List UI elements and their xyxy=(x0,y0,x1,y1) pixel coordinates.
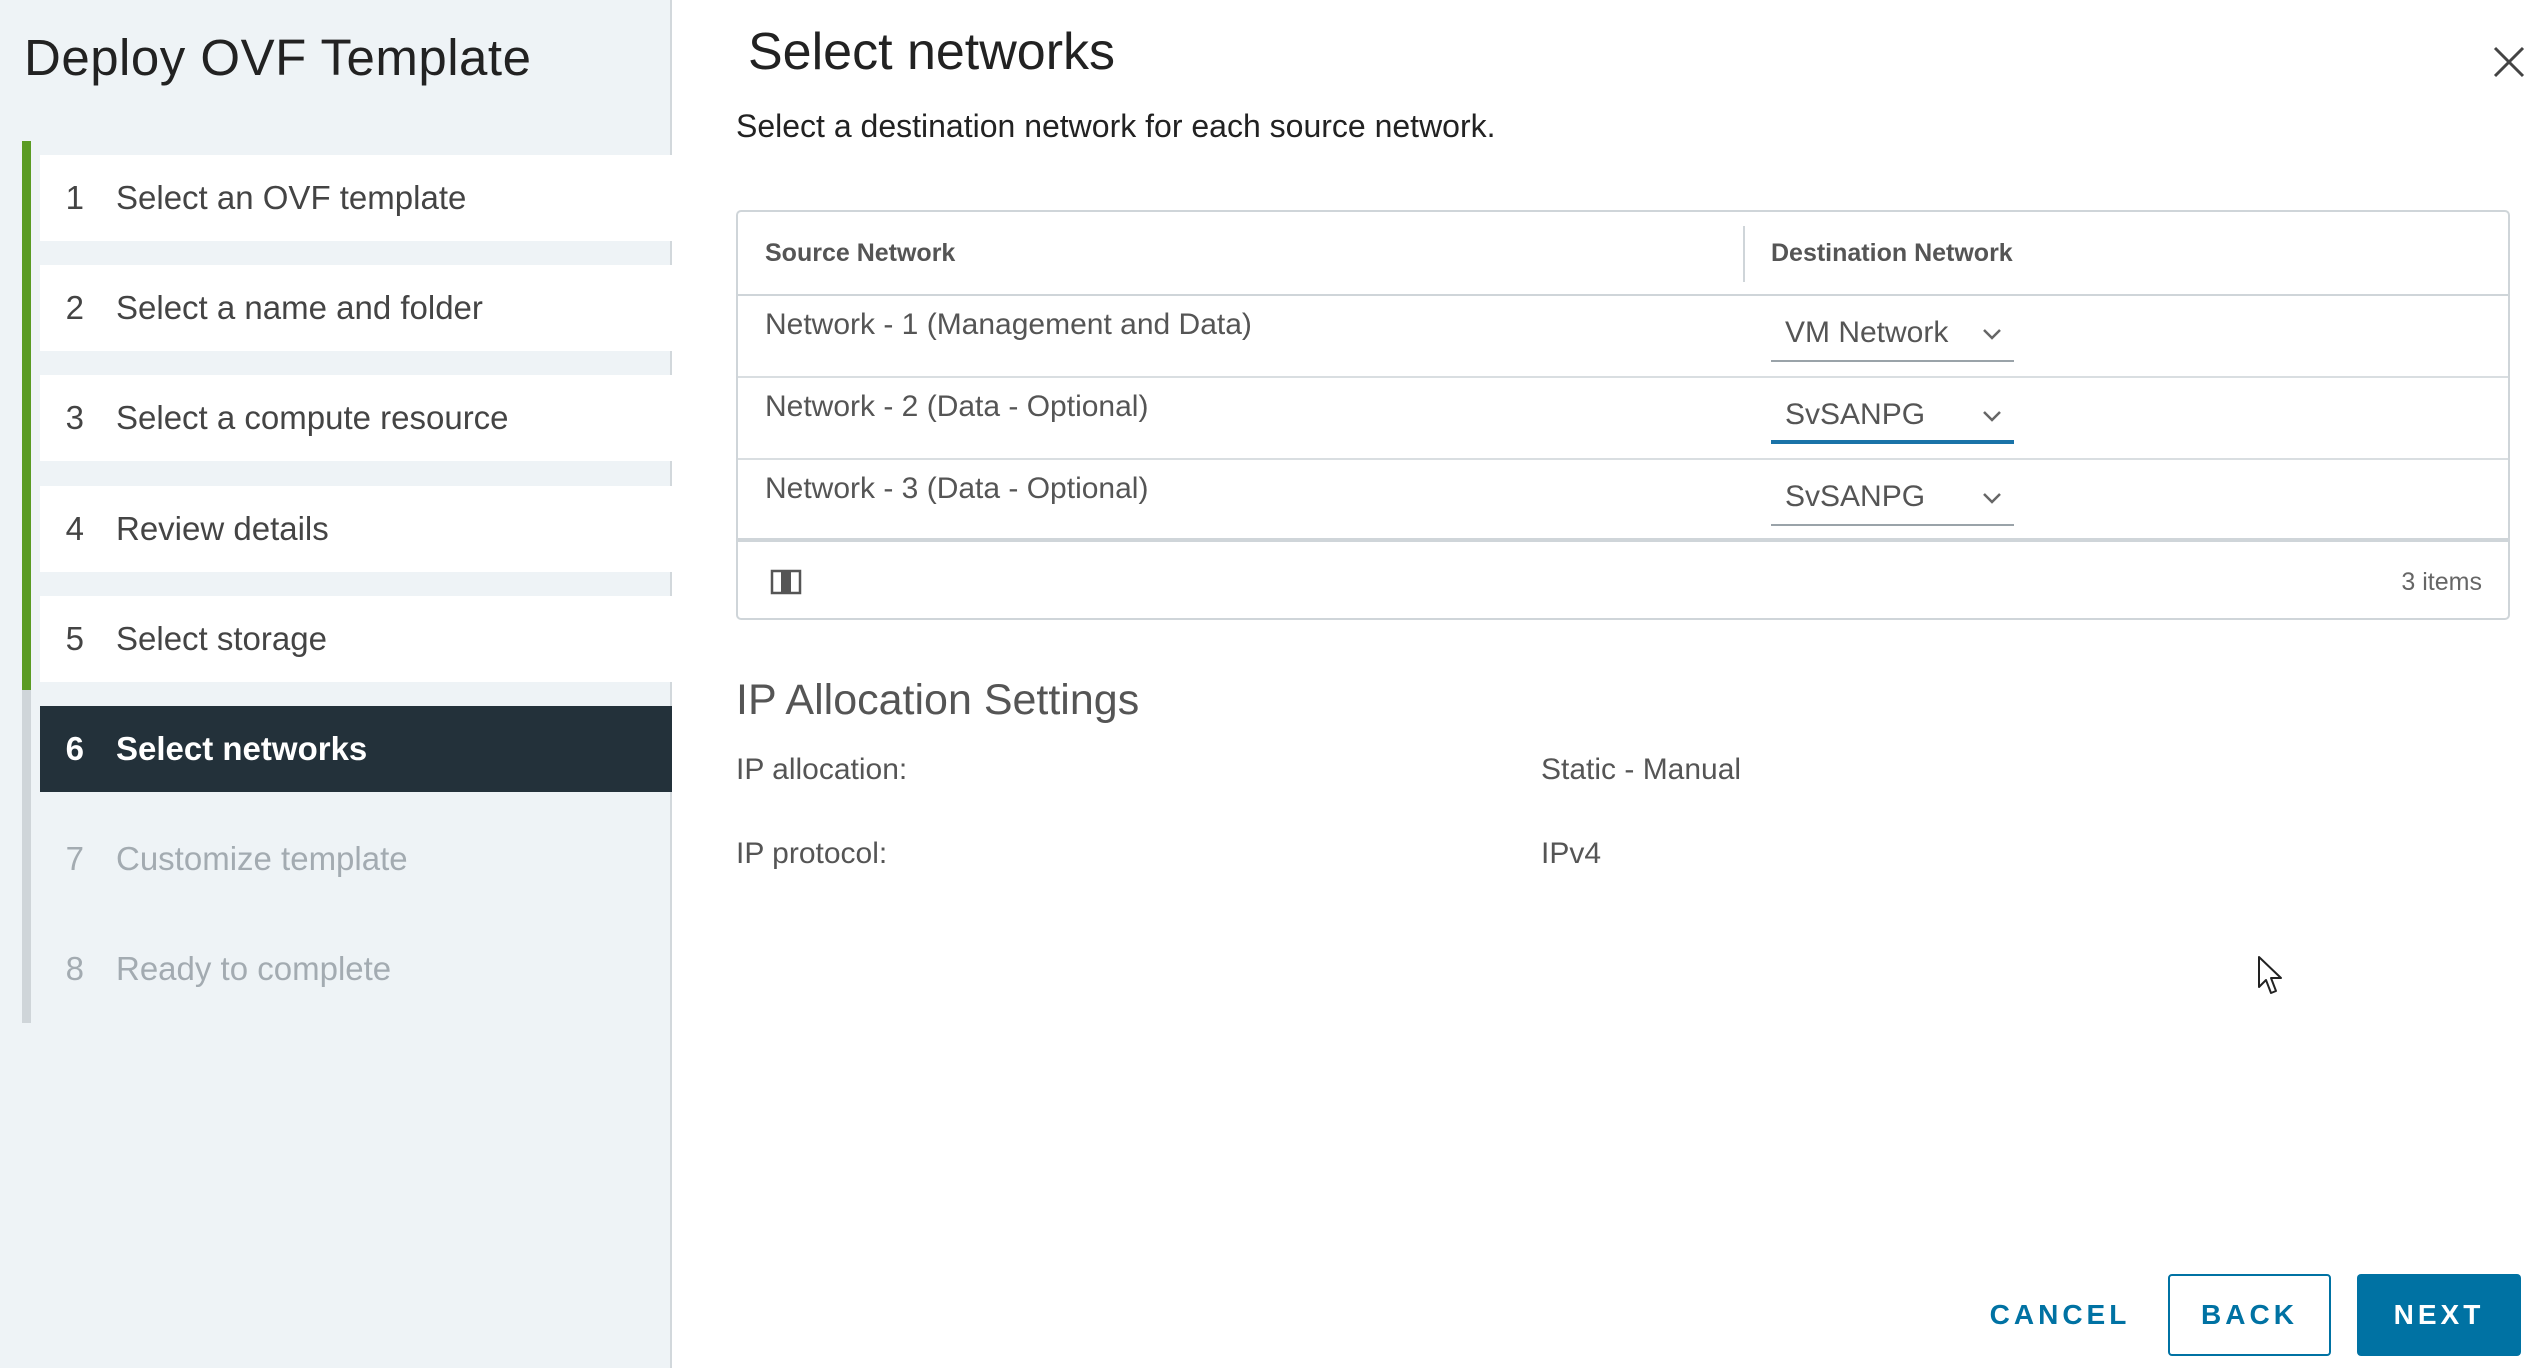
destination-network-select[interactable]: VM Network xyxy=(1771,310,2014,362)
select-value: SvSANPG xyxy=(1785,480,1926,513)
step-select-ovf-template[interactable]: 1 Select an OVF template xyxy=(40,155,672,241)
step-number: 3 xyxy=(65,399,84,436)
table-row: Network - 1 (Management and Data) VM Net… xyxy=(738,296,2508,378)
progress-bar-completed xyxy=(22,141,31,690)
select-value: VM Network xyxy=(1785,316,1949,349)
step-number: 1 xyxy=(65,179,84,216)
deploy-ovf-wizard: Deploy OVF Template 1 Select an OVF temp… xyxy=(0,0,2543,1368)
grid-header: Source Network Destination Network xyxy=(738,212,2508,296)
next-button[interactable]: NEXT xyxy=(2357,1274,2521,1356)
step-label: Select a name and folder xyxy=(116,289,483,326)
wizard-sidebar: Deploy OVF Template 1 Select an OVF temp… xyxy=(0,0,672,1368)
destination-network-select[interactable]: SvSANPG xyxy=(1771,392,2014,444)
step-number: 4 xyxy=(65,510,84,547)
source-network-cell: Network - 3 (Data - Optional) xyxy=(765,472,1149,505)
select-value: SvSANPG xyxy=(1785,398,1926,431)
step-review-details[interactable]: 4 Review details xyxy=(40,486,672,572)
step-number: 8 xyxy=(65,950,84,987)
step-customize-template: 7 Customize template xyxy=(40,816,672,902)
cancel-button[interactable]: CANCEL xyxy=(1975,1274,2145,1356)
item-count: 3 items xyxy=(2401,568,2482,596)
table-row: Network - 2 (Data - Optional) SvSANPG xyxy=(738,378,2508,460)
ip-allocation-value: Static - Manual xyxy=(1541,753,1742,786)
step-label: Select an OVF template xyxy=(116,179,467,216)
step-number: 6 xyxy=(65,730,84,767)
step-select-storage[interactable]: 5 Select storage xyxy=(40,596,672,682)
table-row: Network - 3 (Data - Optional) SvSANPG xyxy=(738,460,2508,542)
column-header-destination-network[interactable]: Destination Network xyxy=(1771,212,2013,294)
step-label: Select storage xyxy=(116,620,327,657)
step-label: Customize template xyxy=(116,840,408,877)
step-select-name-folder[interactable]: 2 Select a name and folder xyxy=(40,265,672,351)
back-button[interactable]: BACK xyxy=(2168,1274,2331,1356)
step-label: Ready to complete xyxy=(116,950,392,987)
step-label: Select a compute resource xyxy=(116,399,509,436)
step-label: Select networks xyxy=(116,730,368,767)
mouse-pointer-icon xyxy=(2258,956,2282,994)
chevron-down-icon xyxy=(1983,493,2001,504)
ip-protocol-label: IP protocol: xyxy=(736,837,888,870)
step-number: 2 xyxy=(65,289,84,326)
wizard-steps: 1 Select an OVF template 2 Select a name… xyxy=(22,141,672,1023)
progress-bar-remaining xyxy=(22,690,31,1023)
ip-allocation-section-title: IP Allocation Settings xyxy=(736,676,1140,724)
step-number: 7 xyxy=(65,840,84,877)
step-ready-to-complete: 8 Ready to complete xyxy=(40,926,672,1012)
ip-allocation-label: IP allocation: xyxy=(736,753,908,786)
destination-network-select[interactable]: SvSANPG xyxy=(1771,474,2014,526)
grid-footer: 3 items xyxy=(738,546,2508,618)
network-mapping-grid: Source Network Destination Network Netwo… xyxy=(736,210,2510,620)
source-network-cell: Network - 2 (Data - Optional) xyxy=(765,390,1149,423)
ip-protocol-value: IPv4 xyxy=(1541,837,1602,870)
close-icon[interactable] xyxy=(2491,44,2527,80)
step-label: Review details xyxy=(116,510,329,547)
chevron-down-icon xyxy=(1983,329,2001,340)
column-resize-handle[interactable] xyxy=(1743,226,1745,282)
source-network-cell: Network - 1 (Management and Data) xyxy=(765,308,1252,341)
step-number: 5 xyxy=(65,620,84,657)
step-select-compute-resource[interactable]: 3 Select a compute resource xyxy=(40,375,672,461)
page-description: Select a destination network for each so… xyxy=(736,108,1496,144)
page-title: Select networks xyxy=(748,23,1116,81)
step-select-networks[interactable]: 6 Select networks xyxy=(40,706,672,792)
wizard-title: Deploy OVF Template xyxy=(24,29,532,86)
column-toggle-icon[interactable] xyxy=(770,568,802,596)
chevron-down-icon xyxy=(1983,411,2001,422)
column-header-source-network[interactable]: Source Network xyxy=(765,212,955,294)
